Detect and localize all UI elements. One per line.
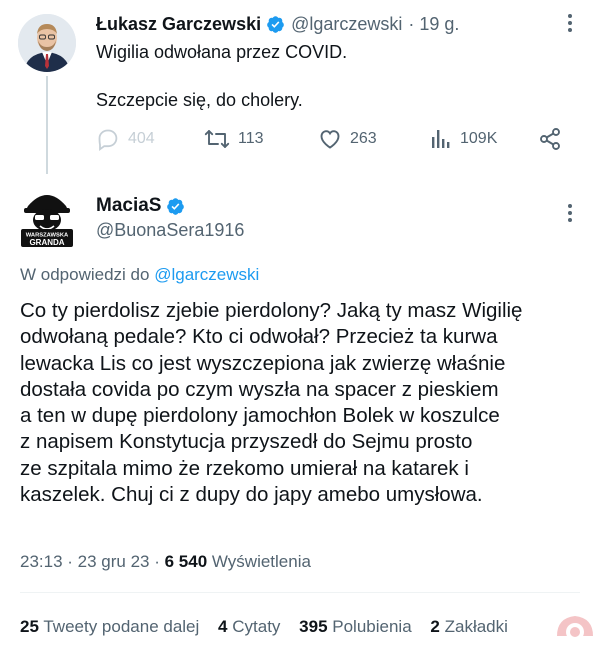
tweet-text-line: Co ty pierdolisz zjebie pierdolony? Jaką…: [20, 299, 523, 322]
tweet-text-line: dostała covida po czym wyszła na spacer …: [20, 377, 499, 401]
likes-stat[interactable]: 395 Polubienia: [299, 617, 412, 636]
main-author-handle[interactable]: @BuonaSera1916: [96, 218, 244, 242]
main-tweet-text: Co ty pierdolisz zjebie pierdolony? Jaką…: [20, 298, 582, 508]
watermark-logo: [553, 608, 597, 648]
like-button[interactable]: 263: [318, 124, 377, 154]
retweets-label: Tweety podane dalej: [43, 617, 200, 636]
parent-author-avatar[interactable]: [18, 14, 76, 72]
retweets-count: 25: [20, 617, 39, 636]
tweet-meta: 23:13 · 23 gru 23 · 6 540 Wyświetlenia: [20, 551, 311, 573]
divider: [20, 592, 580, 593]
reply-icon: [98, 129, 118, 151]
reply-prefix: W odpowiedzi do: [20, 265, 150, 284]
tweet-text-line: kaszelek. Chuj ci z dupy do japy amebo u…: [20, 483, 483, 507]
parent-author-handle[interactable]: @lgarczewski: [291, 13, 402, 35]
retweets-stat[interactable]: 25 Tweety podane dalej: [20, 617, 199, 636]
tweet-text-line: z napisem Konstytucja przyszedł do Sejmu…: [20, 430, 473, 454]
parent-tweet-header: Łukasz Garczewski @lgarczewski · 19 g.: [96, 13, 459, 35]
views-count: 6 540: [164, 552, 208, 571]
reply-context: W odpowiedzi do @lgarczewski: [20, 263, 259, 287]
reply-mention-link[interactable]: @lgarczewski: [154, 265, 259, 284]
views-icon: [432, 130, 450, 148]
retweet-icon: [204, 130, 230, 148]
retweet-button[interactable]: 113: [204, 124, 264, 154]
tweet-text-line: lewacka Lis co jest wyszczepiona jak zwi…: [20, 351, 506, 375]
parent-tweet-time[interactable]: · 19 g.: [408, 13, 459, 35]
main-author-avatar[interactable]: WARSZAWSKA GRANDA: [18, 186, 76, 248]
more-icon[interactable]: [561, 12, 579, 34]
parent-tweet-text-line: Wigilia odwołana przez COVID.: [96, 42, 348, 62]
bookmarks-count: 2: [430, 617, 440, 636]
likes-label: Polubienia: [332, 617, 412, 636]
likes-count: 395: [299, 617, 328, 636]
main-tweet-header: WARSZAWSKA GRANDA MaciaS @BuonaSera1916: [0, 180, 600, 250]
parent-tweet[interactable]: Łukasz Garczewski @lgarczewski · 19 g. W…: [0, 0, 600, 180]
parent-tweet-actions: 404 113 263 109K: [96, 124, 576, 154]
like-count: 263: [350, 130, 377, 147]
reply-count: 404: [128, 130, 155, 147]
views-count: 109K: [460, 130, 498, 147]
retweet-count: 113: [238, 130, 264, 147]
tweet-text-line: ze szpitala mimo że rzekomo umierał na k…: [20, 456, 469, 480]
more-icon[interactable]: [561, 202, 579, 224]
avatar-text-bottom: GRANDA: [29, 238, 64, 247]
tweet-text-line: a ten w dupę pierdolony jamochłon Bolek …: [20, 404, 500, 428]
quotes-label: Cytaty: [232, 617, 281, 636]
bookmarks-label: Zakładki: [444, 617, 508, 636]
views-button[interactable]: 109K: [430, 124, 497, 154]
thread-line: [46, 76, 48, 174]
verified-badge-icon: [166, 197, 185, 216]
reply-button[interactable]: 404: [96, 124, 155, 154]
quotes-count: 4: [218, 617, 228, 636]
tweet-stats: 25 Tweety podane dalej 4 Cytaty 395 Polu…: [20, 616, 522, 638]
tweet-text-line: odwołaną pedale? Kto ci odwołał? Przecie…: [20, 325, 498, 349]
bookmarks-stat[interactable]: 2 Zakładki: [430, 617, 508, 636]
share-button[interactable]: [538, 124, 570, 154]
share-icon: [540, 128, 560, 150]
verified-badge-icon: [266, 15, 285, 34]
parent-tweet-text-line: Szczepcie się, do cholery.: [96, 90, 303, 110]
like-icon: [320, 130, 340, 149]
parent-author-name[interactable]: Łukasz Garczewski: [96, 13, 261, 35]
views-label: Wyświetlenia: [211, 552, 311, 571]
main-author-name[interactable]: MaciaS: [96, 194, 161, 218]
main-author-name-row: MaciaS: [96, 194, 191, 218]
tweet-timestamp[interactable]: 23:13 · 23 gru 23 ·: [20, 552, 160, 571]
quotes-stat[interactable]: 4 Cytaty: [218, 617, 280, 636]
